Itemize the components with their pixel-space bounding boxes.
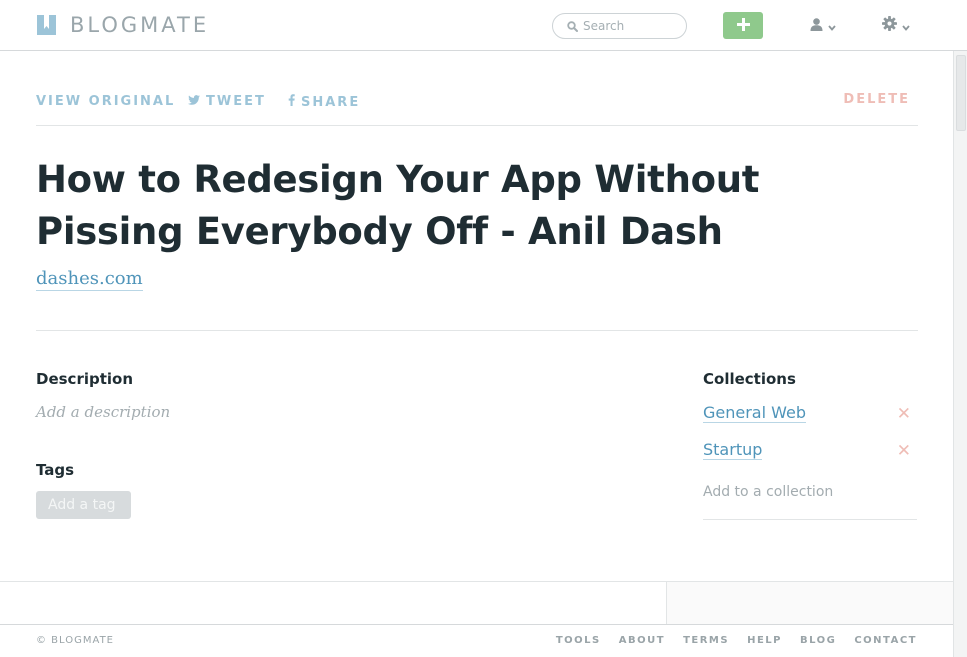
collection-item: Startup ✕ (703, 440, 917, 464)
description-heading: Description (36, 370, 134, 388)
footer-nav: TOOLS ABOUT TERMS HELP BLOG CONTACT (556, 635, 917, 646)
article-title: How to Redesign Your App Without Pissing… (36, 158, 760, 253)
gear-icon (882, 16, 897, 35)
top-bar: BLOGMATE (0, 0, 967, 51)
source-domain-link[interactable]: dashes.com (36, 268, 143, 291)
search-icon (567, 17, 578, 36)
share-label: SHARE (301, 94, 361, 110)
tags-heading: Tags (36, 461, 75, 479)
add-tag-button[interactable]: Add a tag (36, 491, 131, 519)
footer-link-about[interactable]: ABOUT (619, 635, 665, 646)
twitter-icon (188, 94, 200, 109)
footer-link-blog[interactable]: BLOG (800, 635, 836, 646)
footer-link-help[interactable]: HELP (747, 635, 782, 646)
search-box[interactable] (552, 13, 687, 39)
footer-link-terms[interactable]: TERMS (683, 635, 729, 646)
delete-link[interactable]: DELETE (843, 92, 910, 107)
article-actions: VIEW ORIGINAL TWEET SHARE DELETE (36, 92, 918, 126)
plus-icon (736, 17, 750, 34)
chevron-down-icon (902, 16, 910, 35)
footer: © BLOGMATE TOOLS ABOUT TERMS HELP BLOG C… (0, 624, 953, 657)
collections-heading: Collections (703, 370, 796, 388)
logo[interactable]: BLOGMATE (37, 14, 209, 36)
add-bookmark-button[interactable] (723, 12, 763, 39)
scrollbar-thumb[interactable] (956, 55, 966, 131)
lower-band-right (666, 582, 953, 625)
footer-link-tools[interactable]: TOOLS (556, 635, 601, 646)
copyright: © BLOGMATE (36, 635, 114, 646)
add-to-collection-input[interactable]: Add to a collection (703, 484, 917, 520)
divider (36, 330, 918, 331)
user-icon (810, 16, 823, 35)
bookmark-icon (37, 15, 56, 35)
description-input[interactable]: Add a description (36, 403, 170, 421)
view-original-link[interactable]: VIEW ORIGINAL (36, 94, 175, 109)
settings-menu[interactable] (882, 16, 910, 35)
lower-band (0, 581, 953, 625)
share-link[interactable]: SHARE (288, 94, 360, 110)
view-original-label: VIEW ORIGINAL (36, 94, 176, 109)
remove-icon[interactable]: ✕ (897, 441, 911, 461)
tweet-label: TWEET (206, 94, 266, 109)
scrollbar[interactable] (953, 51, 967, 657)
tweet-link[interactable]: TWEET (188, 94, 266, 109)
user-menu[interactable] (810, 16, 836, 35)
collection-link-general-web[interactable]: General Web (703, 403, 807, 423)
remove-icon[interactable]: ✕ (897, 404, 911, 424)
chevron-down-icon (828, 16, 836, 35)
collection-link-startup[interactable]: Startup (703, 440, 763, 460)
facebook-icon (288, 94, 295, 110)
search-input[interactable] (583, 19, 678, 33)
collection-item: General Web ✕ (703, 403, 917, 427)
logo-text: BLOGMATE (70, 13, 210, 37)
footer-link-contact[interactable]: CONTACT (854, 635, 917, 646)
